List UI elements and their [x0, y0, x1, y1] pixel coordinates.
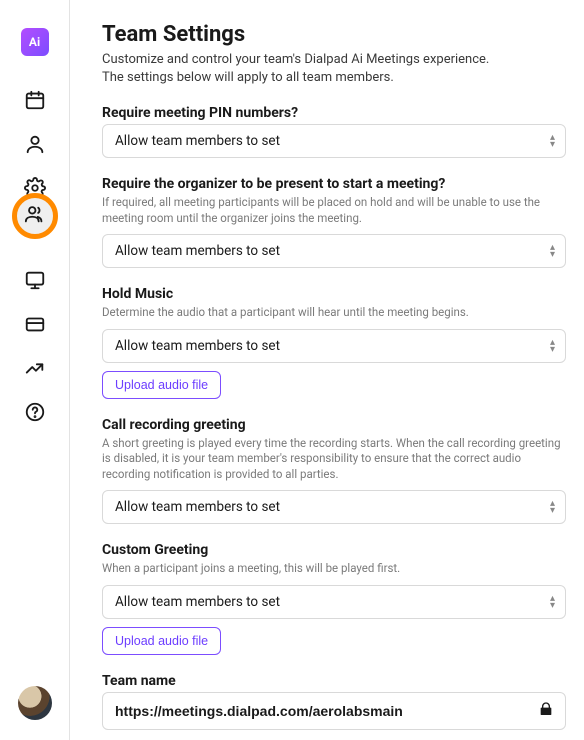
credit-card-icon	[24, 313, 46, 339]
hold-music-help: Determine the audio that a participant w…	[102, 305, 566, 321]
person-icon	[24, 133, 46, 159]
custom-greeting-upload-button[interactable]: Upload audio file	[102, 627, 221, 655]
team-name-input[interactable]	[102, 692, 566, 730]
recording-greeting-select-value: Allow team members to set	[115, 499, 280, 515]
pin-title: Require meeting PIN numbers?	[102, 105, 566, 121]
custom-greeting-title: Custom Greeting	[102, 542, 566, 558]
organizer-select-value: Allow team members to set	[115, 243, 280, 259]
chevron-updown-icon: ▴▾	[550, 595, 555, 609]
nav-calendar[interactable]	[15, 82, 55, 122]
hold-music-select-value: Allow team members to set	[115, 338, 280, 354]
chevron-updown-icon: ▴▾	[550, 244, 555, 258]
chevron-updown-icon: ▴▾	[550, 134, 555, 148]
user-avatar[interactable]	[18, 686, 52, 720]
hold-music-title: Hold Music	[102, 286, 566, 302]
lock-icon	[538, 701, 554, 721]
recording-greeting-title: Call recording greeting	[102, 417, 566, 433]
chevron-updown-icon: ▴▾	[550, 500, 555, 514]
organizer-help: If required, all meeting participants wi…	[102, 195, 566, 226]
section-recording-greeting: Call recording greeting A short greeting…	[102, 417, 566, 525]
section-hold-music: Hold Music Determine the audio that a pa…	[102, 286, 566, 399]
monitor-icon	[24, 269, 46, 295]
nav-analytics[interactable]	[15, 350, 55, 390]
nav-help[interactable]	[15, 394, 55, 434]
hold-music-upload-button[interactable]: Upload audio file	[102, 371, 221, 399]
page-title: Team Settings	[102, 22, 566, 47]
trending-up-icon	[24, 357, 46, 383]
nav-team-active[interactable]	[12, 193, 58, 239]
nav-billing[interactable]	[15, 306, 55, 346]
app-logo[interactable]: Ai	[21, 28, 49, 56]
people-icon	[24, 203, 46, 229]
section-team-name: Team name Note: Personal room URLs are n…	[102, 673, 566, 740]
nav-display[interactable]	[15, 262, 55, 302]
section-pin: Require meeting PIN numbers? Allow team …	[102, 105, 566, 158]
custom-greeting-select-value: Allow team members to set	[115, 594, 280, 610]
custom-greeting-help: When a participant joins a meeting, this…	[102, 561, 566, 577]
main-content: Team Settings Customize and control your…	[70, 0, 584, 740]
section-custom-greeting: Custom Greeting When a participant joins…	[102, 542, 566, 655]
hold-music-select[interactable]: Allow team members to set ▴▾	[102, 329, 566, 363]
section-organizer: Require the organizer to be present to s…	[102, 176, 566, 268]
sidebar: Ai	[0, 0, 70, 740]
pin-select-value: Allow team members to set	[115, 133, 280, 149]
organizer-select[interactable]: Allow team members to set ▴▾	[102, 234, 566, 268]
help-circle-icon	[24, 401, 46, 427]
calendar-icon	[24, 89, 46, 115]
recording-greeting-select[interactable]: Allow team members to set ▴▾	[102, 490, 566, 524]
custom-greeting-select[interactable]: Allow team members to set ▴▾	[102, 585, 566, 619]
nav-profile[interactable]	[15, 126, 55, 166]
page-subtitle: Customize and control your team's Dialpa…	[102, 51, 566, 87]
organizer-title: Require the organizer to be present to s…	[102, 176, 566, 192]
chevron-updown-icon: ▴▾	[550, 339, 555, 353]
team-name-title: Team name	[102, 673, 566, 689]
pin-select[interactable]: Allow team members to set ▴▾	[102, 124, 566, 158]
recording-greeting-help: A short greeting is played every time th…	[102, 436, 566, 483]
